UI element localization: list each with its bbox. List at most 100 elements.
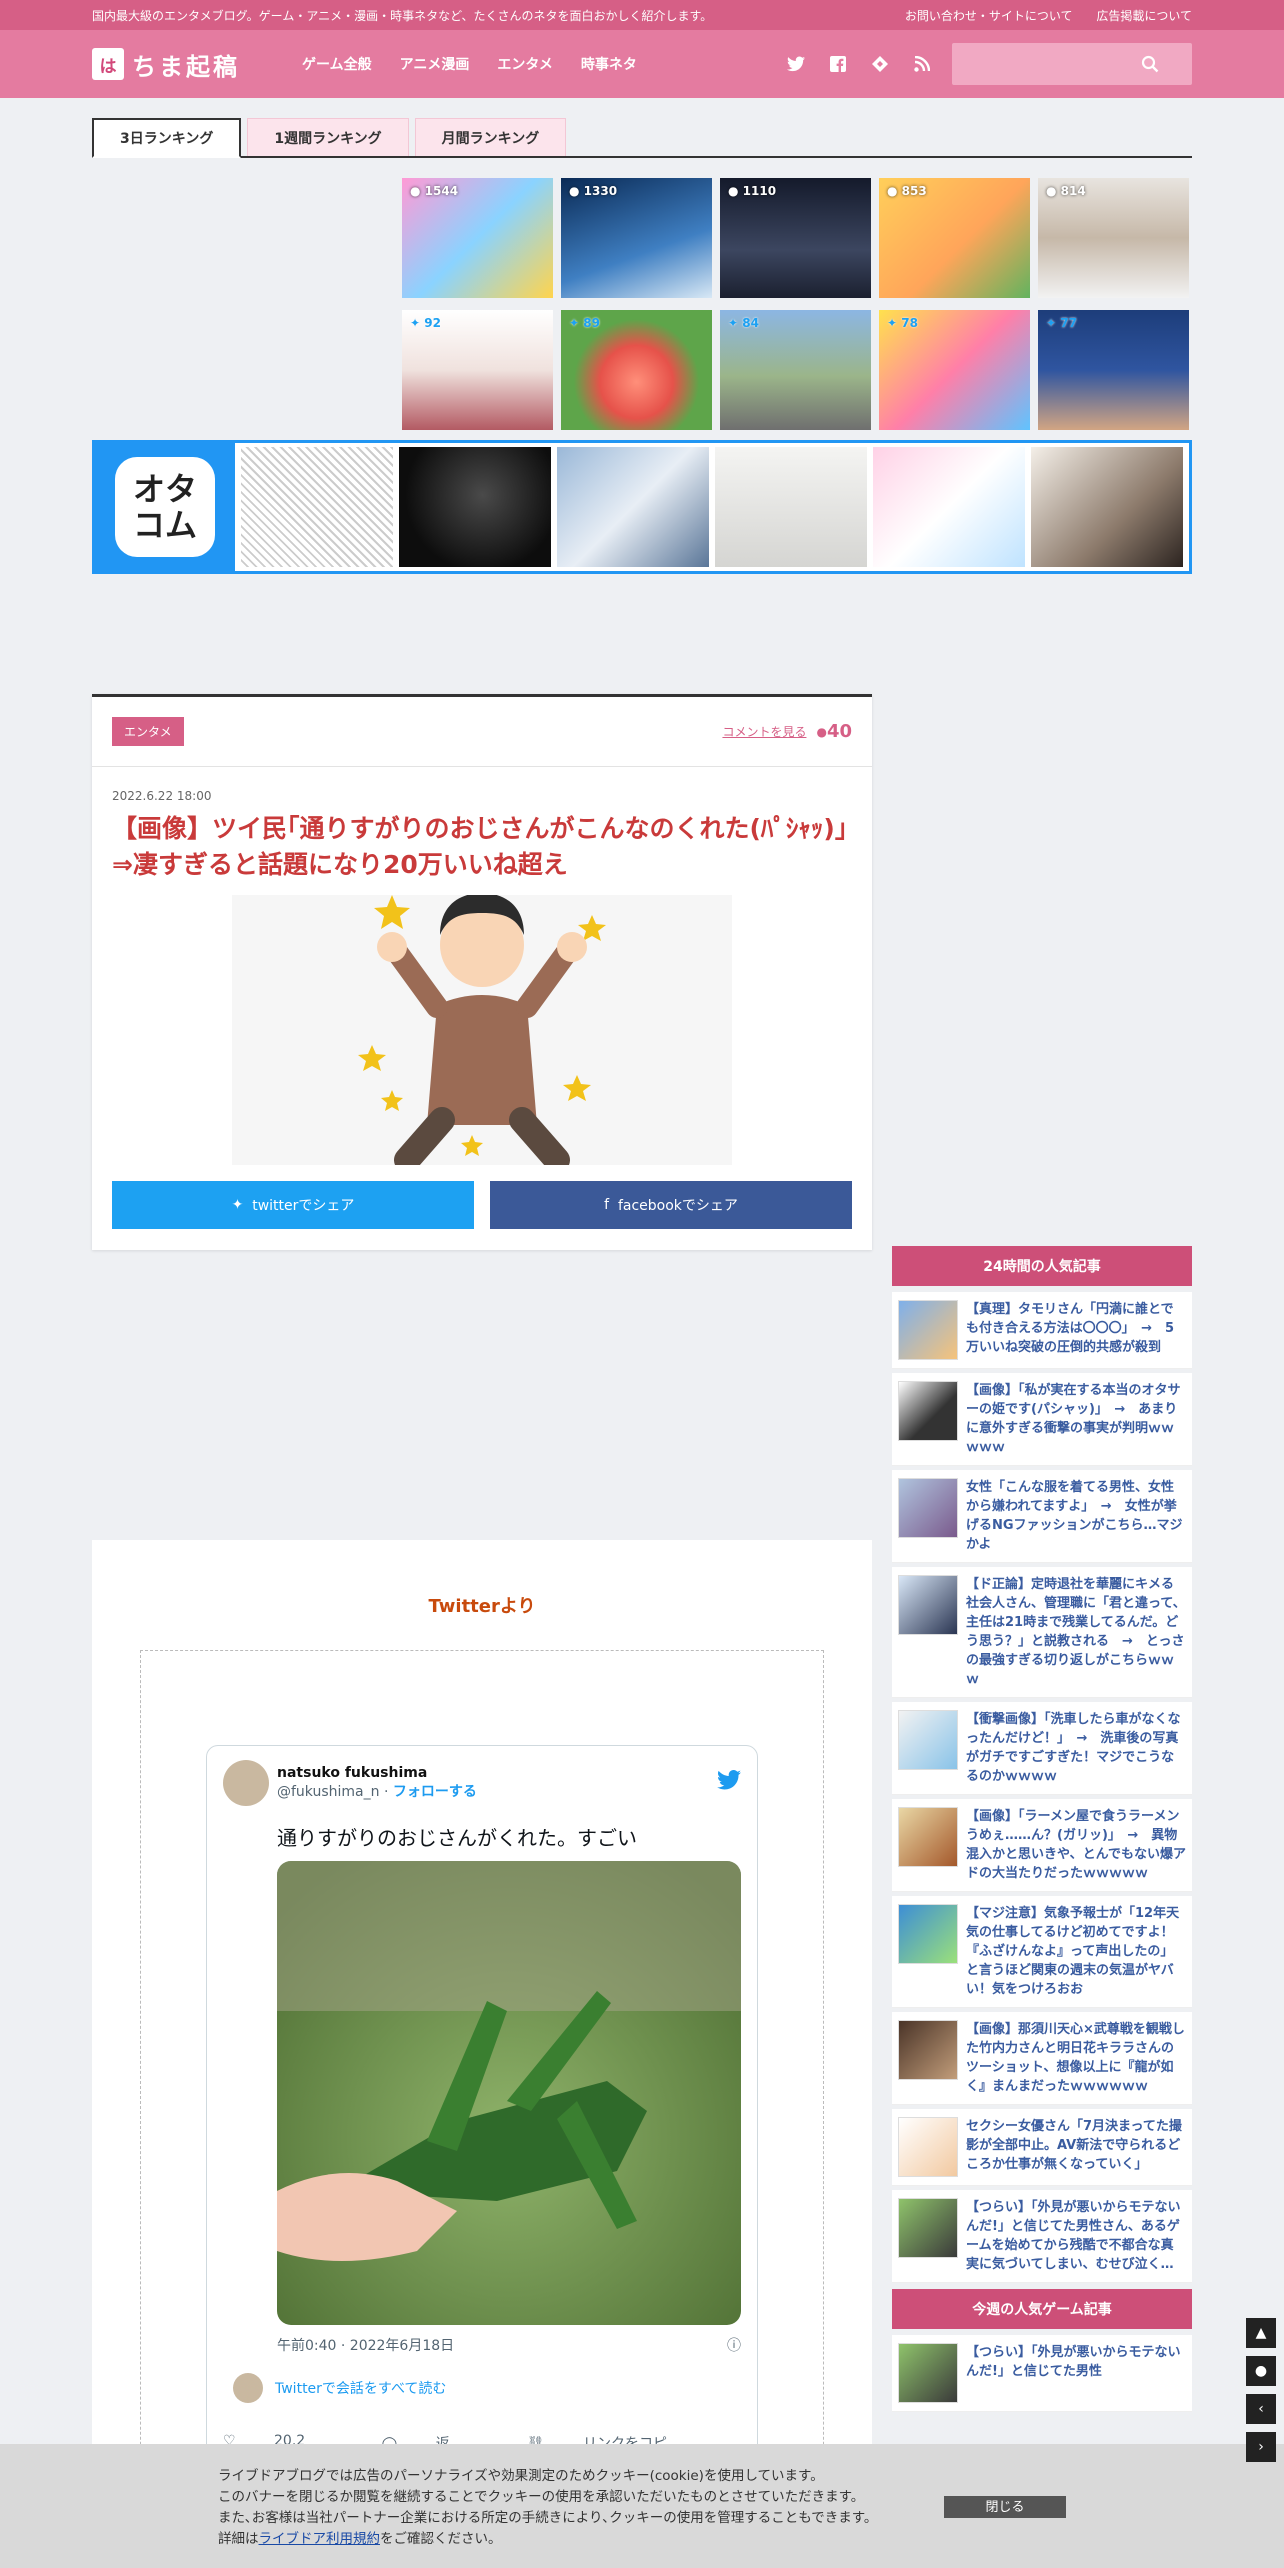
sidebar: 24時間の人気記事 【真理】タモリさん「円満に誰とでも付き合える方法は〇〇〇」 … xyxy=(892,1246,1192,2416)
tweet-photo[interactable] xyxy=(277,1861,741,2325)
item-thumb xyxy=(898,2343,958,2403)
ranking-thumb[interactable]: ✦ 84 xyxy=(720,310,871,430)
logo-mark: は xyxy=(92,48,124,80)
top-bar: 国内最大級のエンタメブログ。ゲーム・アニメ・漫画・時事ネタなど、たくさんのネタを… xyxy=(0,0,1284,30)
twitter-bird-icon[interactable] xyxy=(717,1770,741,1796)
search-icon[interactable] xyxy=(1138,52,1162,76)
prev-icon[interactable]: ‹ xyxy=(1246,2394,1276,2424)
list-item[interactable]: 【真理】タモリさん「円満に誰とでも付き合える方法は〇〇〇」 → 5万いいね突破の… xyxy=(892,1292,1192,1369)
avatar[interactable] xyxy=(223,1760,269,1806)
list-item[interactable]: 【画像】「ラーメン屋で食うラーメンうめぇ……ん？(ガリッ)」 → 異物混入かと思… xyxy=(892,1799,1192,1892)
site-logo[interactable]: は ちま起稿 xyxy=(92,47,302,82)
ranking-thumb[interactable]: ✦ 77 xyxy=(1038,310,1189,430)
nav-item-news[interactable]: 時事ネタ xyxy=(581,54,637,74)
social-icons xyxy=(784,43,1192,85)
comment-link[interactable]: コメントを見る xyxy=(722,723,806,740)
ranking-thumb[interactable]: ● 1544 xyxy=(402,178,553,298)
cookie-close-button[interactable]: 閉じる xyxy=(944,2496,1066,2518)
item-title: 【画像】「ラーメン屋で食うラーメンうめぇ……ん？(ガリッ)」 → 異物混入かと思… xyxy=(966,1809,1186,1881)
list-item[interactable]: 女性「こんな服を着てる男性、女性から嫌われてますよ」 → 女性が挙げるNGファッ… xyxy=(892,1470,1192,1563)
comment-count: 40 xyxy=(826,721,852,742)
tweet-count: ✦ 77 xyxy=(1046,316,1077,330)
tab-monthly[interactable]: 月間ランキング xyxy=(414,118,567,156)
feedly-icon[interactable] xyxy=(868,52,892,76)
article-title[interactable]: 【画像】ツイ民｢通りすがりのおじさんがこんなのくれた(ﾊﾟｼｬｯ)｣⇒凄すぎると… xyxy=(112,811,852,883)
ranking-thumb[interactable]: ● 814 xyxy=(1038,178,1189,298)
list-item[interactable]: 【つらい】「外見が悪いからモテないんだ!」と信じてた男性さん、あるゲームを始めて… xyxy=(892,2190,1192,2283)
list-item[interactable]: 【画像】那須川天心×武尊戦を観戦した竹内力さんと明日花キララさんのツーショット、… xyxy=(892,2012,1192,2105)
banner-thumb[interactable] xyxy=(1031,447,1183,567)
info-icon[interactable]: ⓘ xyxy=(727,2335,741,2355)
item-title: セクシー女優さん「7月決まってた撮影が全部中止。AV新法で守られるどころか仕事が… xyxy=(966,2119,1182,2172)
tab-1week[interactable]: 1週間ランキング xyxy=(247,118,409,156)
ranking-tabs: 3日ランキング 1週間ランキング 月間ランキング xyxy=(92,118,1192,158)
tab-3day[interactable]: 3日ランキング xyxy=(92,118,242,158)
nav-item-anime[interactable]: アニメ漫画 xyxy=(400,54,470,74)
list-item[interactable]: 【画像】「私が実在する本当のオタサーの姫です(パシャッ)」 → あまりに意外すぎ… xyxy=(892,1373,1192,1466)
comment-icon[interactable]: ● xyxy=(1246,2356,1276,2386)
popular-heading: 24時間の人気記事 xyxy=(892,1246,1192,1286)
cookie-text-3: また､お客様は当社パートナー企業における所定の手続きにより､クッキーの使用を管理… xyxy=(218,2510,878,2526)
facebook-icon: f xyxy=(604,1197,618,1213)
category-badge[interactable]: エンタメ xyxy=(112,717,184,746)
item-thumb xyxy=(898,1300,958,1360)
list-item[interactable]: 【ド正論】定時退社を華麗にキメる社会人さん、管理職に「君と違って、主任は21時ま… xyxy=(892,1567,1192,1698)
nav-item-entertainment[interactable]: エンタメ xyxy=(497,54,553,74)
item-title: 【つらい】「外見が悪いからモテないんだ!」と信じてた男性さん、あるゲームを始めて… xyxy=(966,2200,1181,2272)
user-name[interactable]: natsuko fukushima xyxy=(277,1765,477,1781)
comment-count: ● 1110 xyxy=(728,184,777,198)
comment-box: コメントを見る ● 40 xyxy=(722,721,852,742)
terms-link[interactable]: ライブドア利用規約 xyxy=(259,2531,381,2547)
ranking-thumb[interactable]: ● 1110 xyxy=(720,178,871,298)
item-thumb xyxy=(898,2020,958,2080)
list-item[interactable]: 【つらい】「外見が悪いからモテないんだ!」と信じてた男性 xyxy=(892,2335,1192,2412)
ranking-thumb[interactable]: ● 1330 xyxy=(561,178,712,298)
banner-thumb[interactable] xyxy=(873,447,1025,567)
tweet-count: ✦ 92 xyxy=(410,316,441,330)
search-input[interactable] xyxy=(952,43,1192,85)
item-title: 【真理】タモリさん「円満に誰とでも付き合える方法は〇〇〇」 → 5万いいね突破の… xyxy=(966,1302,1175,1355)
item-title: 【画像】那須川天心×武尊戦を観戦した竹内力さんと明日花キララさんのツーショット、… xyxy=(966,2022,1185,2094)
ranking-thumb[interactable]: ✦ 92 xyxy=(402,310,553,430)
facebook-share-button[interactable]: f facebookでシェア xyxy=(490,1181,852,1229)
logo-text: ちま起稿 xyxy=(132,52,240,81)
floating-buttons: ▲ ● ‹ › xyxy=(1246,2318,1276,2462)
twitter-icon: ✦ xyxy=(231,1197,253,1213)
ranking-thumb[interactable]: ✦ 89 xyxy=(561,310,712,430)
nav-item-games[interactable]: ゲーム全般 xyxy=(302,54,372,74)
list-item[interactable]: 【マジ注意】気象予報士が「12年天気の仕事してるけど初めてですよ！『ふざけんなよ… xyxy=(892,1896,1192,2008)
item-thumb xyxy=(898,2198,958,2258)
facebook-icon[interactable] xyxy=(826,52,850,76)
tweet-count: ✦ 78 xyxy=(887,316,918,330)
scroll-top-icon[interactable]: ▲ xyxy=(1246,2318,1276,2348)
ranking-thumb[interactable]: ● 853 xyxy=(879,178,1030,298)
twitter-icon[interactable] xyxy=(784,52,808,76)
follow-link[interactable]: フォローする xyxy=(393,1784,477,1800)
tweet-time[interactable]: 午前0:40 · 2022年6月18日 xyxy=(277,2335,454,2355)
banner-thumb[interactable] xyxy=(557,447,709,567)
item-title: 【画像】「私が実在する本当のオタサーの姫です(パシャッ)」 → あまりに意外すぎ… xyxy=(966,1383,1181,1455)
comment-count: ● 1330 xyxy=(569,184,618,198)
banner-thumb[interactable] xyxy=(715,447,867,567)
site-tagline: 国内最大級のエンタメブログ。ゲーム・アニメ・漫画・時事ネタなど、たくさんのネタを… xyxy=(92,8,713,23)
banner-thumb[interactable] xyxy=(399,447,551,567)
item-thumb xyxy=(898,1710,958,1770)
rss-icon[interactable] xyxy=(910,52,934,76)
tweet-count: ✦ 89 xyxy=(569,316,600,330)
item-thumb xyxy=(898,1478,958,1538)
site-header: は ちま起稿 ゲーム全般 アニメ漫画 エンタメ 時事ネタ xyxy=(0,30,1284,98)
otacom-banner[interactable]: オタ コム xyxy=(92,440,1192,574)
next-icon[interactable]: › xyxy=(1246,2432,1276,2462)
contact-link[interactable]: お問い合わせ・サイトについて xyxy=(905,9,1073,23)
ranking-thumb[interactable]: ✦ 78 xyxy=(879,310,1030,430)
list-item[interactable]: 【衝撃画像】「洗車したら車がなくなったんだけど！」 → 洗車後の写真がガチですご… xyxy=(892,1702,1192,1795)
tweet-text: 通りすがりのおじさんがくれた。すごい xyxy=(277,1826,637,1850)
list-item[interactable]: セクシー女優さん「7月決まってた撮影が全部中止。AV新法で守られるどころか仕事が… xyxy=(892,2109,1192,2186)
item-title: 【衝撃画像】「洗車したら車がなくなったんだけど！」 → 洗車後の写真がガチですご… xyxy=(966,1712,1181,1784)
twitter-share-button[interactable]: ✦ twitterでシェア xyxy=(112,1181,474,1229)
ad-link[interactable]: 広告掲載について xyxy=(1096,9,1192,23)
read-conversation-link[interactable]: Twitterで会話をすべて読む xyxy=(233,2373,741,2403)
banner-thumb[interactable] xyxy=(241,447,393,567)
comment-icon: ● xyxy=(816,724,827,739)
otacom-app-icon: オタ コム xyxy=(115,457,215,557)
